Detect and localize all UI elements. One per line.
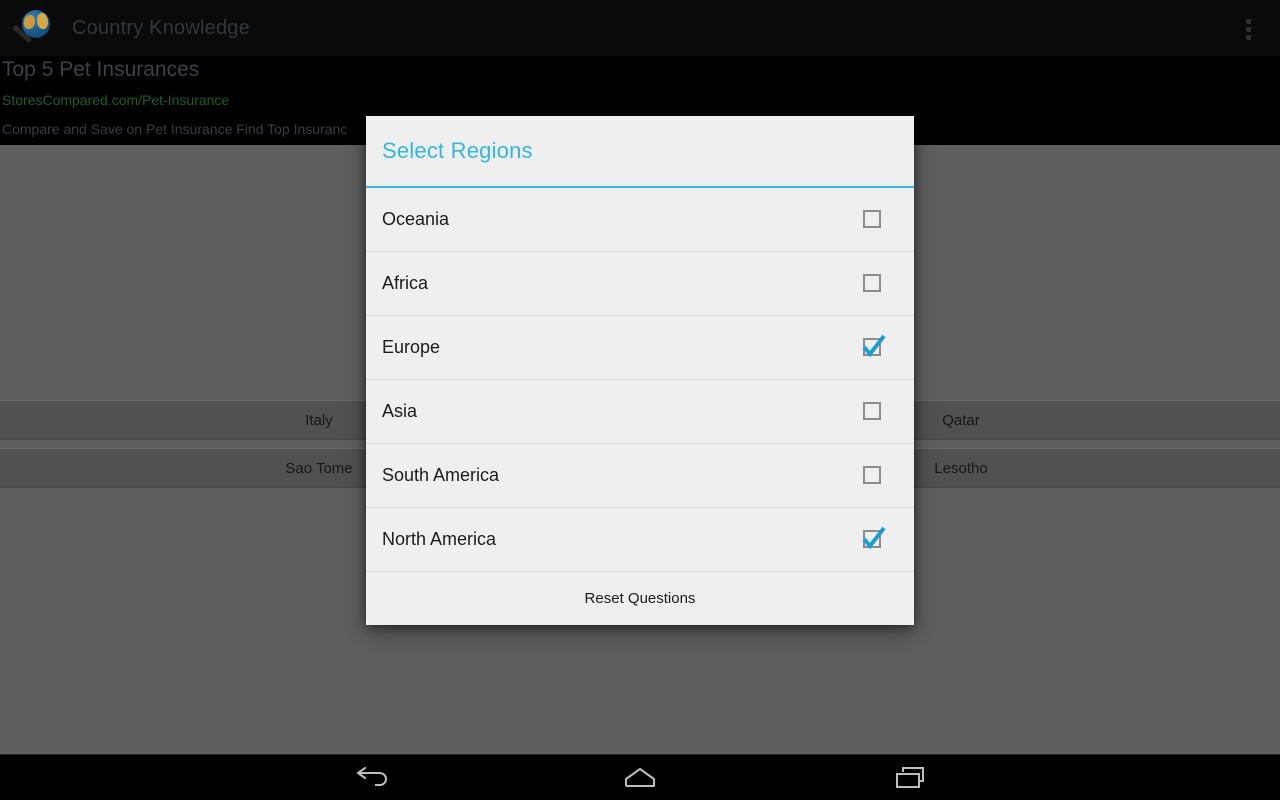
select-regions-dialog: Select Regions Oceania Africa Europe Asi… bbox=[366, 116, 914, 625]
system-navigation-bar bbox=[0, 754, 1280, 800]
checkmark-icon bbox=[862, 526, 886, 549]
checkbox-africa[interactable] bbox=[863, 273, 883, 294]
checkbox-south-america[interactable] bbox=[863, 465, 883, 486]
region-row-oceania[interactable]: Oceania bbox=[366, 188, 914, 252]
region-row-africa[interactable]: Africa bbox=[366, 252, 914, 316]
reset-questions-button[interactable]: Reset Questions bbox=[585, 590, 696, 607]
region-label: Asia bbox=[382, 401, 418, 421]
checkbox-box bbox=[863, 465, 881, 484]
back-icon[interactable] bbox=[343, 761, 397, 795]
region-row-south-america[interactable]: South America bbox=[366, 444, 914, 508]
region-label: Europe bbox=[382, 337, 441, 357]
ad-url[interactable]: StoresCompared.com/Pet-Insurance bbox=[2, 92, 229, 108]
region-row-europe[interactable]: Europe bbox=[366, 316, 914, 380]
checkbox-oceania[interactable] bbox=[863, 209, 883, 230]
region-label: North America bbox=[382, 529, 497, 549]
region-label: Africa bbox=[382, 273, 429, 293]
ad-headline: Top 5 Pet Insurances bbox=[2, 58, 200, 81]
globe-sphere bbox=[22, 10, 50, 38]
app-bar: Country Knowledge bbox=[0, 0, 1280, 56]
region-row-asia[interactable]: Asia bbox=[366, 380, 914, 444]
checkmark-icon bbox=[862, 334, 886, 357]
checkbox-north-america[interactable] bbox=[862, 526, 886, 550]
globe-icon bbox=[12, 6, 56, 50]
ad-description: Compare and Save on Pet Insurance Find T… bbox=[2, 121, 348, 137]
dialog-header: Select Regions bbox=[366, 116, 914, 188]
dialog-title: Select Regions bbox=[382, 138, 533, 163]
overflow-dot bbox=[1245, 34, 1251, 40]
recents-icon[interactable] bbox=[883, 761, 937, 795]
checkbox-europe[interactable] bbox=[862, 334, 886, 358]
region-label: Oceania bbox=[382, 209, 450, 229]
checkbox-asia[interactable] bbox=[863, 401, 883, 422]
dialog-footer: Reset Questions bbox=[366, 572, 914, 625]
home-icon[interactable] bbox=[613, 761, 667, 795]
checkbox-box bbox=[863, 273, 881, 292]
region-row-north-america[interactable]: North America bbox=[366, 508, 914, 572]
checkbox-box bbox=[863, 209, 881, 228]
overflow-dot bbox=[1245, 18, 1251, 24]
region-label: South America bbox=[382, 465, 500, 485]
android-screen: Country Knowledge Top 5 Pet Insurances S… bbox=[0, 0, 1280, 800]
checkbox-box bbox=[863, 401, 881, 420]
overflow-dot bbox=[1245, 26, 1251, 32]
app-title: Country Knowledge bbox=[72, 16, 250, 39]
overflow-menu-icon[interactable] bbox=[1234, 14, 1262, 44]
